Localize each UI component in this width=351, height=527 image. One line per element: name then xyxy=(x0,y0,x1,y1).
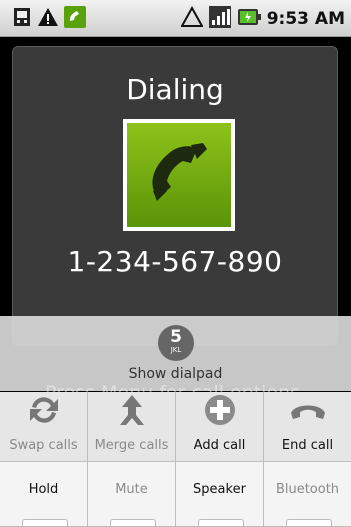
contact-photo xyxy=(123,119,235,231)
add-call-label: Add call xyxy=(193,438,246,453)
phone-handset-icon xyxy=(141,135,217,215)
in-call-buttons: Swap calls Merge calls Add call End call… xyxy=(0,392,351,527)
mute-indicator xyxy=(109,519,156,526)
speaker-button[interactable]: Speaker xyxy=(176,462,264,527)
notification-icons xyxy=(12,6,86,32)
bluetooth-button[interactable]: Bluetooth xyxy=(264,462,351,527)
show-dialpad-label: Show dialpad xyxy=(128,366,223,382)
call-state: Dialing xyxy=(126,73,224,106)
speaker-label: Speaker xyxy=(193,482,246,497)
system-icons: 9:53 AM xyxy=(180,5,345,32)
merge-calls-label: Merge calls xyxy=(94,438,169,453)
merge-icon xyxy=(114,393,150,431)
battery-icon xyxy=(237,6,261,32)
dialpad-key-letters: JKL xyxy=(170,346,182,354)
call-card: Dialing 1-234-567-890 xyxy=(12,46,338,346)
swap-calls-label: Swap calls xyxy=(9,438,78,453)
phone-number: 1-234-567-890 xyxy=(67,245,283,278)
swap-calls-button[interactable]: Swap calls xyxy=(0,392,88,462)
end-call-button[interactable]: End call xyxy=(264,392,351,462)
add-call-icon xyxy=(203,393,237,431)
show-dialpad-button[interactable]: 5 JKL xyxy=(158,325,194,361)
add-call-button[interactable]: Add call xyxy=(176,392,264,462)
hold-indicator xyxy=(21,519,68,526)
clock: 9:53 AM xyxy=(266,9,345,29)
warning-icon xyxy=(37,6,59,32)
mute-button[interactable]: Mute xyxy=(88,462,176,527)
mute-label: Mute xyxy=(115,482,148,497)
bluetooth-label: Bluetooth xyxy=(275,482,340,497)
status-bar: 9:53 AM xyxy=(0,0,351,37)
warning-icon xyxy=(180,5,204,32)
sim-icon xyxy=(12,6,32,32)
end-call-label: End call xyxy=(281,438,334,453)
call-active-icon xyxy=(64,6,86,32)
dialpad-key-number: 5 xyxy=(170,327,182,347)
end-call-icon xyxy=(289,395,327,429)
signal-icon xyxy=(208,6,231,32)
hold-label: Hold xyxy=(28,482,59,497)
swap-icon xyxy=(26,393,62,431)
hold-button[interactable]: Hold xyxy=(0,462,88,527)
merge-calls-button[interactable]: Merge calls xyxy=(88,392,176,462)
bluetooth-indicator xyxy=(285,519,332,526)
speaker-indicator xyxy=(197,519,244,526)
